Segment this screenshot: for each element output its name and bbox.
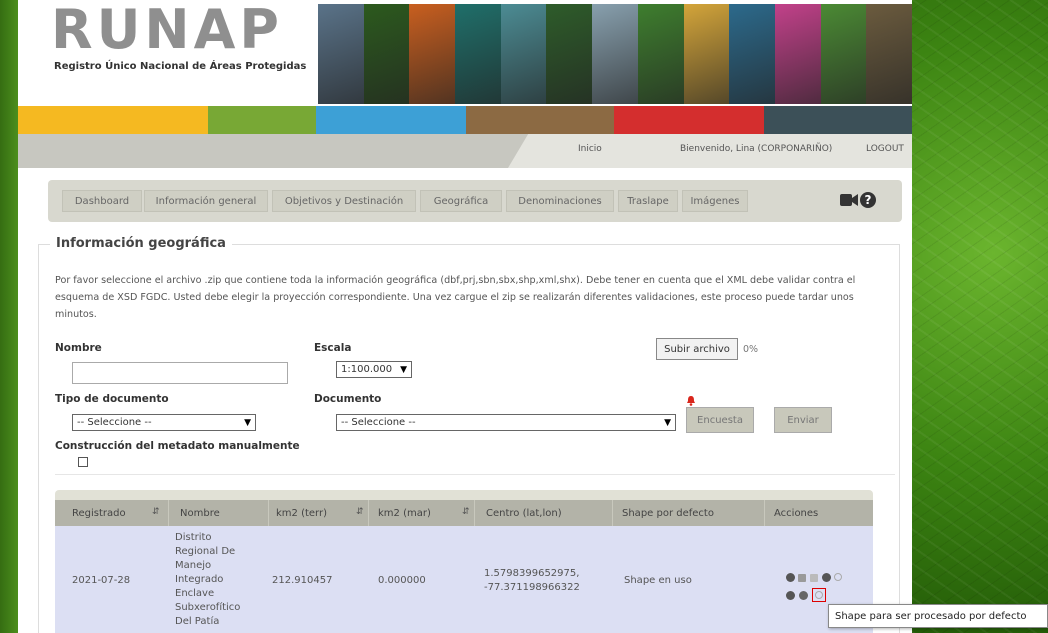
view-icon[interactable] <box>786 573 795 582</box>
column-divider <box>764 500 765 526</box>
sort-icon[interactable]: ⇵ <box>356 507 364 517</box>
tipo-documento-label: Tipo de documento <box>55 393 169 405</box>
nav-inicio-link[interactable]: Inicio <box>578 144 602 154</box>
color-bar-segment <box>466 106 614 134</box>
chevron-down-icon: ▼ <box>244 418 251 428</box>
encuesta-button[interactable]: Encuesta <box>686 407 754 433</box>
main-page: RUNAP Registro Único Nacional de Áreas P… <box>18 0 912 633</box>
color-bar-segment <box>18 106 208 134</box>
tab-traslape[interactable]: Traslape <box>618 190 678 212</box>
header-photo-strip <box>318 4 912 104</box>
refresh-icon[interactable] <box>834 573 842 581</box>
section-intro: Por favor seleccione el archivo .zip que… <box>55 275 856 320</box>
chevron-down-icon: ▼ <box>400 365 407 375</box>
header-photo <box>592 4 638 104</box>
th-nombre[interactable]: Nombre <box>180 500 220 526</box>
tab-objetivos[interactable]: Objetivos y Destinación <box>272 190 416 212</box>
th-km2-terr[interactable]: km2 (terr) <box>276 500 327 526</box>
nombre-input[interactable] <box>72 362 288 384</box>
escala-value: 1:100.000 <box>341 364 393 375</box>
documento-label: Documento <box>314 393 382 405</box>
enviar-button[interactable]: Enviar <box>774 407 832 433</box>
chevron-down-icon: ▼ <box>664 418 671 428</box>
header-photo <box>729 4 775 104</box>
info-icon[interactable] <box>822 573 831 582</box>
tab-dashboard[interactable]: Dashboard <box>62 190 142 212</box>
header-photo <box>820 4 867 104</box>
section-title: Información geográfica <box>50 236 232 251</box>
cell-centro-lat: 1.5798399652975, <box>484 568 580 579</box>
table-top-bar <box>55 490 873 500</box>
download-icon[interactable] <box>799 591 808 600</box>
documento-select[interactable]: -- Seleccione -- ▼ <box>336 414 676 431</box>
cell-registrado: 2021-07-28 <box>72 575 131 586</box>
color-bar-segment <box>208 106 316 134</box>
header-photo <box>318 4 364 104</box>
th-centro[interactable]: Centro (lat,lon) <box>486 500 562 526</box>
tooltip: Shape para ser procesado por defecto <box>828 604 1048 628</box>
background-leaf-right <box>912 0 1048 633</box>
color-bar-segment <box>316 106 466 134</box>
documento-value: -- Seleccione -- <box>341 417 416 428</box>
tab-imagenes[interactable]: Imágenes <box>682 190 748 212</box>
logout-link[interactable]: LOGOUT <box>866 144 904 154</box>
image-icon[interactable] <box>798 574 806 582</box>
delete-icon[interactable] <box>786 591 795 600</box>
escala-label: Escala <box>314 342 352 354</box>
nombre-label: Nombre <box>55 342 102 354</box>
column-divider <box>612 500 613 526</box>
th-registrado[interactable]: Registrado <box>72 500 126 526</box>
column-divider <box>474 500 475 526</box>
header-photo <box>409 4 456 104</box>
tab-geografica[interactable]: Geográfica <box>420 190 502 212</box>
header-photo <box>500 4 547 104</box>
th-shape-defecto[interactable]: Shape por defecto <box>622 500 714 526</box>
help-icon[interactable]: ? <box>860 192 876 208</box>
logo-subtitle: Registro Único Nacional de Áreas Protegi… <box>54 61 307 72</box>
file-icon[interactable] <box>810 574 818 582</box>
cell-km2-terr: 212.910457 <box>272 575 333 586</box>
th-acciones: Acciones <box>774 507 819 519</box>
column-divider <box>168 500 169 526</box>
cell-centro-lon: -77.371198966322 <box>484 582 580 593</box>
background-leaf-left <box>0 0 18 633</box>
th-km2-mar[interactable]: km2 (mar) <box>378 500 431 526</box>
color-bar-segment <box>764 106 912 134</box>
header-photo <box>774 4 821 104</box>
column-divider <box>368 500 369 526</box>
sort-icon[interactable]: ⇵ <box>152 507 160 517</box>
tab-informacion-general[interactable]: Información general <box>144 190 268 212</box>
header-photo <box>363 4 410 104</box>
sort-icon[interactable]: ⇵ <box>462 507 470 517</box>
tipo-documento-select[interactable]: -- Seleccione -- ▼ <box>72 414 256 431</box>
header-photo <box>455 4 501 104</box>
header-photo <box>683 4 730 104</box>
header-photo <box>866 4 912 104</box>
metadato-label: Construcción del metadato manualmente <box>55 440 300 452</box>
header-color-bar <box>18 106 912 134</box>
escala-select[interactable]: 1:100.000 ▼ <box>336 361 412 378</box>
bell-icon <box>687 396 695 406</box>
cell-shape-defecto: Shape en uso <box>624 575 692 586</box>
cell-nombre: Distrito Regional De Manejo Integrado En… <box>175 532 241 627</box>
divider <box>55 474 895 475</box>
site-header: RUNAP Registro Único Nacional de Áreas P… <box>18 0 912 106</box>
tab-denominaciones[interactable]: Denominaciones <box>506 190 614 212</box>
column-divider <box>268 500 269 526</box>
metadato-checkbox[interactable] <box>78 457 88 467</box>
upload-progress: 0% <box>743 344 759 355</box>
color-bar-segment <box>614 106 764 134</box>
header-photo <box>637 4 684 104</box>
cell-km2-mar: 0.000000 <box>378 575 426 586</box>
highlight-box <box>812 588 826 602</box>
header-photo <box>546 4 593 104</box>
welcome-text: Bienvenido, Lina (CORPONARIÑO) <box>680 144 833 154</box>
video-camera-icon[interactable] <box>840 193 858 207</box>
tipo-documento-value: -- Seleccione -- <box>77 417 152 428</box>
subir-archivo-button[interactable]: Subir archivo <box>656 338 738 360</box>
runap-logo[interactable]: RUNAP <box>51 0 283 60</box>
